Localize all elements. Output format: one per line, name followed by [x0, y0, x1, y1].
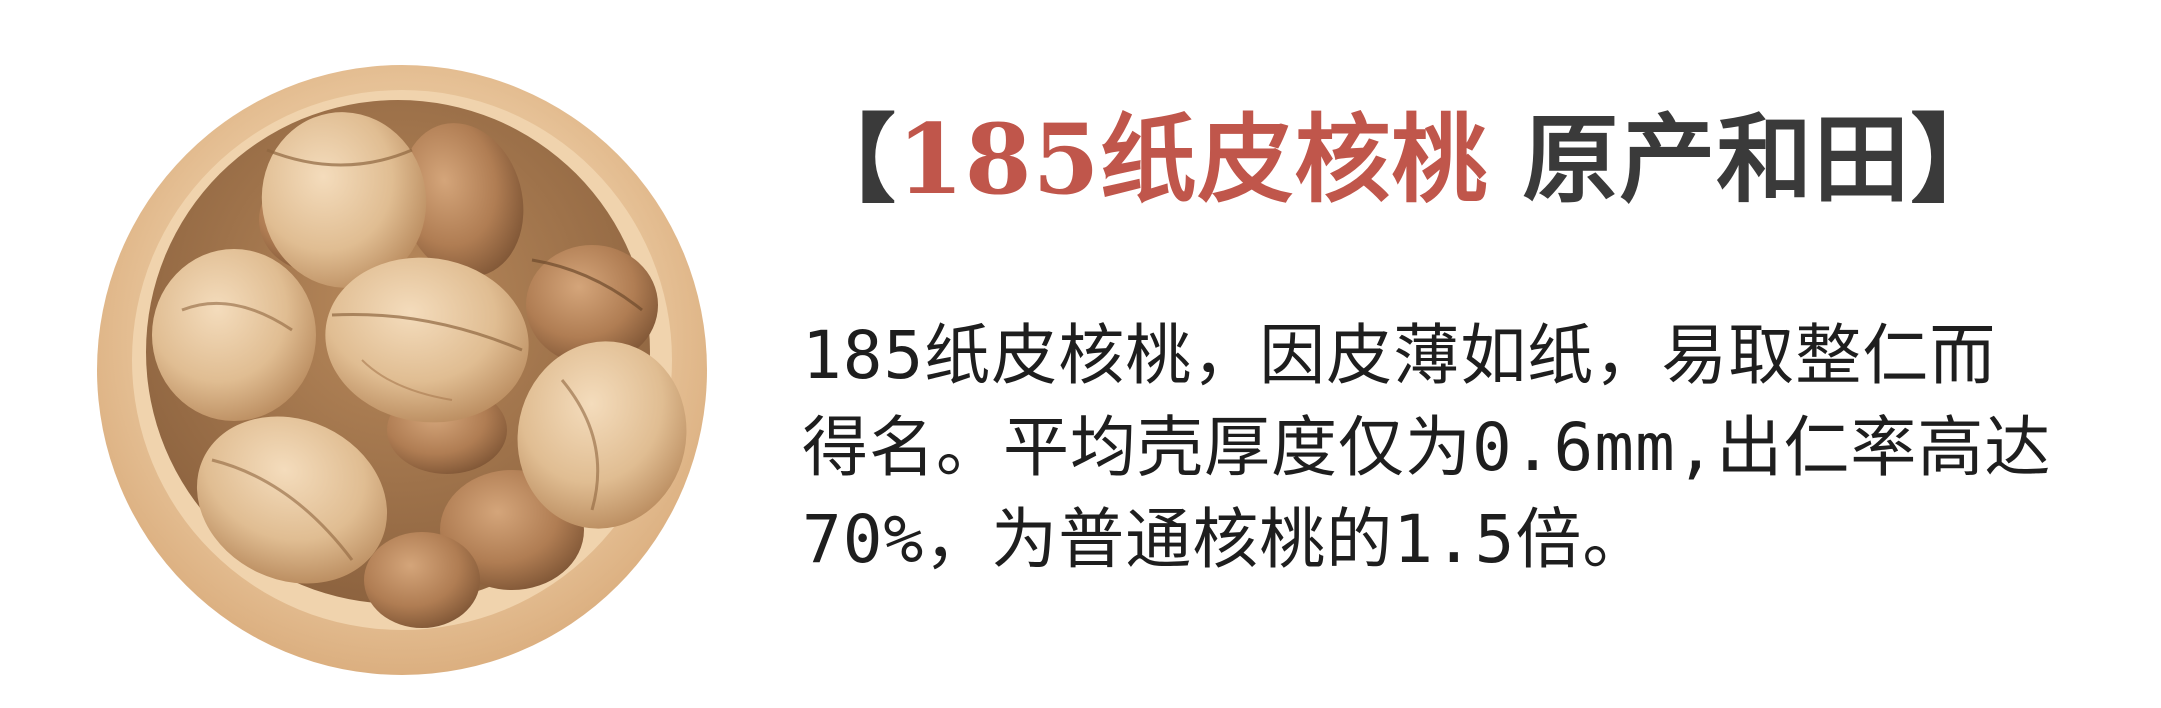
headline-origin: 原产和田	[1522, 103, 1911, 216]
description-line-2: 得名。平均壳厚度仅为0.6mm,出仁率高达	[802, 409, 2052, 486]
description-line-1: 185纸皮核桃，因皮薄如纸，易取整仁而	[802, 317, 1997, 394]
product-headline: 【185纸皮核桃 原产和田】	[800, 100, 2007, 220]
product-description: 185纸皮核桃，因皮薄如纸，易取整仁而 得名。平均壳厚度仅为0.6mm,出仁率高…	[802, 310, 2142, 586]
headline-bracket-close: 】	[1910, 103, 2008, 216]
headline-bracket-open: 【	[800, 103, 897, 216]
headline-product-name: 185纸皮核桃	[897, 103, 1489, 216]
description-line-3: 70%，为普通核桃的1.5倍。	[802, 501, 1650, 578]
walnut-bowl-image	[92, 60, 712, 680]
